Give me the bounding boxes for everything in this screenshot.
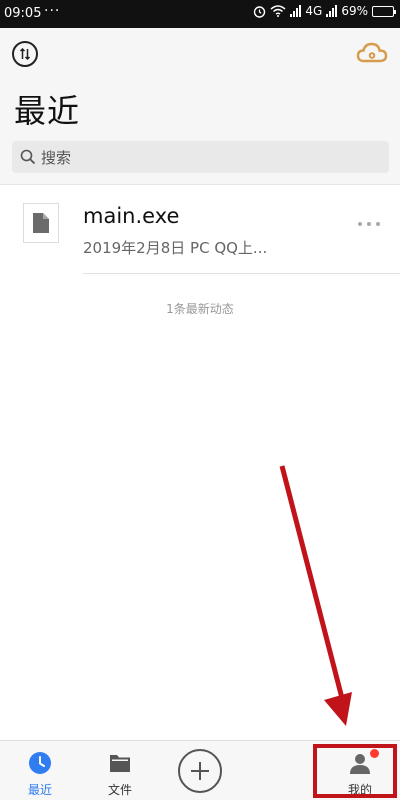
- header-divider: [0, 184, 400, 185]
- nav-files[interactable]: 文件: [80, 741, 160, 801]
- cloud-button[interactable]: [356, 40, 388, 66]
- nav-mine-label: 我的: [347, 783, 372, 797]
- signal-icon: [290, 5, 302, 17]
- search-icon: [20, 149, 36, 165]
- search-input[interactable]: 搜索: [12, 141, 389, 173]
- signal-icon-secondary: [326, 5, 338, 17]
- status-bar: 09:05 ··· 4G 69%: [0, 0, 400, 28]
- nav-recent[interactable]: 最近: [0, 741, 80, 801]
- alarm-icon: [254, 5, 266, 18]
- status-notification-dots: ···: [44, 3, 61, 19]
- notification-badge: [370, 749, 379, 758]
- status-indicators: 4G 69%: [253, 4, 396, 18]
- file-name: main.exe: [83, 204, 180, 228]
- file-divider: [83, 273, 400, 274]
- nav-mine[interactable]: 我的: [320, 741, 400, 801]
- network-type: 4G: [305, 4, 323, 18]
- plus-icon: [191, 762, 209, 780]
- battery-percent: 69%: [341, 4, 368, 18]
- sort-arrows-icon: [19, 47, 31, 61]
- battery-icon: [372, 5, 396, 17]
- more-icon: [358, 222, 362, 226]
- file-meta: 2019年2月8日 PC QQ上...: [83, 239, 268, 257]
- search-placeholder: 搜索: [41, 148, 72, 167]
- more-button[interactable]: [358, 218, 380, 230]
- status-time: 09:05: [4, 6, 42, 21]
- clock-icon: [29, 752, 51, 774]
- bottom-nav: 最近 文件 我的: [0, 740, 400, 800]
- sort-button[interactable]: [12, 41, 38, 67]
- file-thumbnail: [23, 203, 59, 243]
- header: 最近 搜索: [0, 28, 400, 184]
- add-button[interactable]: [178, 749, 222, 793]
- nav-recent-label: 最近: [27, 783, 52, 797]
- folder-icon: [110, 755, 130, 772]
- wifi-icon: [270, 5, 286, 17]
- page-title: 最近: [14, 92, 81, 130]
- activity-count: 1条最新动态: [166, 302, 234, 316]
- user-icon: [350, 754, 370, 774]
- nav-files-label: 文件: [107, 783, 132, 797]
- cloud-icon: [356, 42, 388, 63]
- list-item[interactable]: main.exe 2019年2月8日 PC QQ上...: [0, 186, 400, 274]
- file-icon: [33, 213, 49, 233]
